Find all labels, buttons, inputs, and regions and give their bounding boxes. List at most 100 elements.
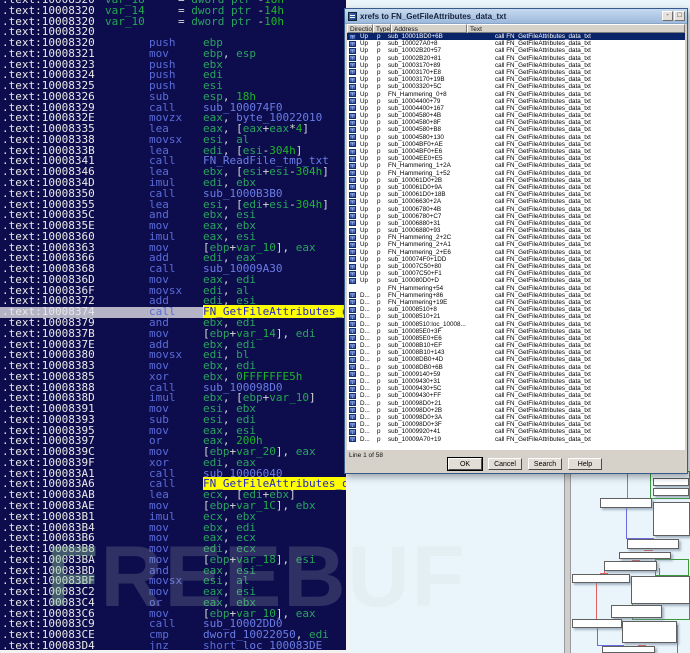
xref-direction: Up <box>360 83 369 91</box>
xrefs-table[interactable]: ↑ Up p sub_10001BD0+6B call FN_GetFileAttrib… <box>347 33 685 450</box>
xref-row[interactable]: ↓ D... p sub_10008B10+EF call FN_GetFileAttr… <box>347 342 685 350</box>
xref-row[interactable]: ↑ Up p sub_10006780+C7 call FN_GetFileAttrib… <box>347 213 685 220</box>
ok-button[interactable]: OK <box>447 457 483 471</box>
xref-row[interactable]: ↑ Up p sub_10003170+19B call FN_GetFileAttri… <box>347 76 685 84</box>
xref-row[interactable]: ↓ D... p sub_100098D0+3A call FN_GetFileAttr… <box>347 414 685 421</box>
xref-row[interactable]: ↓ D... p sub_10008510:loc_10008... call FN_G… <box>347 321 685 328</box>
xref-row[interactable]: ↓ D... p sub_10009430+5C call FN_GetFileAttr… <box>347 385 685 393</box>
xref-row[interactable]: ↓ D... p sub_100098D0+3F call FN_GetFileAttr… <box>347 421 685 429</box>
graph-node[interactable] <box>627 539 679 549</box>
xref-row[interactable]: ↑ Up p FN_Hammering_2+E6 call FN_GetFileAttr… <box>347 249 685 256</box>
graph-node[interactable] <box>600 498 652 508</box>
xref-row[interactable]: ↑ Up p sub_100080D0+D call FN_GetFileAttribu… <box>347 277 685 285</box>
asm-line[interactable]: .text:100083D4 jnz short loc_100083DE <box>0 640 346 650</box>
graph-node[interactable] <box>653 502 690 536</box>
xref-row[interactable]: ↑ Up p sub_100074F0+1DD call FN_GetFileAttri… <box>347 256 685 263</box>
xref-address: sub_10009A70+19 <box>388 435 442 443</box>
xref-direction: Up <box>360 277 369 285</box>
xref-direction: Up <box>360 248 369 256</box>
xref-row[interactable]: ↓ D... p sub_10009430+FF call FN_GetFileAttr… <box>347 392 685 400</box>
xref-row[interactable]: ↓ D... p sub_10009140+59 call FN_GetFileAttr… <box>347 371 685 378</box>
xref-row[interactable]: ↑ Up p sub_10004EE0+E5 call FN_GetFileAttrib… <box>347 155 685 163</box>
disassembly-listing: .text:10008320var_18= dword ptr -18h.tex… <box>0 0 346 650</box>
graph-node[interactable] <box>631 576 690 604</box>
xref-row[interactable]: ↓ D... p FN_Hammering+86 call FN_GetFileAttr… <box>347 292 685 299</box>
xref-row[interactable]: ↑ Up p FN_Hammering_2+2C call FN_GetFileAttr… <box>347 234 685 242</box>
xref-row[interactable]: ↑ Up p sub_10004BF0+AE call FN_GetFileAttrib… <box>347 141 685 148</box>
xref-type: p <box>377 349 381 357</box>
up-arrow-icon: ↑ <box>349 198 356 206</box>
xref-row[interactable]: ↑ Up p sub_10006630+2A call FN_GetFileAttrib… <box>347 198 685 206</box>
graph-node[interactable] <box>611 605 662 618</box>
disassembly-pane[interactable]: .text:10008320var_18= dword ptr -18h.tex… <box>0 0 349 653</box>
help-button[interactable]: Help <box>568 458 602 470</box>
xref-row[interactable]: ↓ D... p FN_Hammering+19E call FN_GetFileAtt… <box>347 299 685 306</box>
graph-node[interactable] <box>653 478 689 486</box>
graph-node[interactable] <box>602 646 655 653</box>
xref-row[interactable]: ↑ Up p sub_10002B20+57 call FN_GetFileAttrib… <box>347 47 685 55</box>
xref-row[interactable]: ↑ Up p sub_100061D0+9A call FN_GetFileAttrib… <box>347 184 685 191</box>
minimize-button[interactable]: - <box>662 11 673 21</box>
xref-row[interactable]: ↑ Up p sub_10004580+130 call FN_GetFileAttri… <box>347 134 685 141</box>
graph-overview-pane[interactable] <box>346 470 690 653</box>
column-header-text[interactable]: Text <box>467 24 685 33</box>
xref-row-selected[interactable]: ↑ Up p sub_10001BD0+6B call FN_GetFileAttrib… <box>347 33 685 41</box>
column-header-type[interactable]: Type <box>373 24 391 33</box>
xref-text: call FN_GetFileAttributes_data_txt <box>495 370 591 378</box>
xref-row[interactable]: ↑ Up p sub_10002B20+81 call FN_GetFileAttrib… <box>347 55 685 62</box>
cancel-button[interactable]: Cancel <box>488 458 522 470</box>
graph-node[interactable] <box>653 488 689 496</box>
xref-row[interactable]: ↑ Up p sub_10004400+79 call FN_GetFileAttrib… <box>347 98 685 105</box>
up-arrow-icon: ↑ <box>349 241 356 249</box>
xref-row[interactable]: ↑ Up p sub_10004BF0+E6 call FN_GetFileAttrib… <box>347 148 685 156</box>
pane-splitter[interactable] <box>564 470 571 653</box>
xref-row[interactable]: ↑ Up p sub_10004580+4B call FN_GetFileAttrib… <box>347 112 685 120</box>
search-button[interactable]: Search <box>528 458 562 470</box>
xref-row[interactable]: ↑ Up p FN_Hammering_1+52 call FN_GetFileAttr… <box>347 170 685 177</box>
xref-row[interactable]: ↑ Up p sub_10003170+E8 call FN_GetFileAttrib… <box>347 69 685 76</box>
graph-node[interactable] <box>572 574 630 583</box>
xref-row[interactable]: ↑ Up p sub_10004580+8F call FN_GetFileAttrib… <box>347 119 685 127</box>
graph-node[interactable] <box>572 619 622 628</box>
xref-row[interactable]: ↓ D... p sub_100098D0+21 call FN_GetFileAttr… <box>347 400 685 407</box>
xref-row[interactable]: ↑ Up p sub_100061D0+18B call FN_GetFileAttri… <box>347 191 685 199</box>
graph-node[interactable] <box>619 552 671 559</box>
graph-node[interactable] <box>622 621 677 643</box>
xref-row[interactable]: ↓ D... p sub_100085E0+E6 call FN_GetFileAttr… <box>347 335 685 342</box>
xref-row[interactable]: ↓ D... p sub_10009430+31 call FN_GetFileAttr… <box>347 378 685 386</box>
xref-row[interactable]: ↑ Up p FN_Hammering_0+8 call FN_GetFileAttri… <box>347 91 685 98</box>
xref-row[interactable]: ↓ D... p sub_10009A70+19 call FN_GetFileAttr… <box>347 436 685 443</box>
xref-row[interactable]: ↓ D... p sub_10008DB0+4D call FN_GetFileAttr… <box>347 356 685 364</box>
xref-row[interactable]: p FN_Hammering+54 call FN_GetFileAttribute… <box>347 285 685 292</box>
xref-row[interactable]: ↑ Up p FN_Hammering_1+2A call FN_GetFileAttr… <box>347 162 685 170</box>
xref-row[interactable]: ↑ Up p sub_100061D0+2B call FN_GetFileAttrib… <box>347 177 685 184</box>
xref-row[interactable]: ↓ D... p sub_10008DB0+6B call FN_GetFileAttr… <box>347 364 685 371</box>
xref-row[interactable]: ↑ Up p sub_10004580+B8 call FN_GetFileAttrib… <box>347 126 685 134</box>
xref-row[interactable]: ↑ Up p sub_10006780+4B call FN_GetFileAttrib… <box>347 206 685 213</box>
xref-row[interactable]: ↓ D... p sub_10008510+21 call FN_GetFileAttr… <box>347 313 685 321</box>
xref-row[interactable]: ↑ Up p sub_10007C50+F1 call FN_GetFileAttrib… <box>347 270 685 278</box>
xref-row[interactable]: ↑ Up p sub_10006880+31 call FN_GetFileAttrib… <box>347 220 685 227</box>
dialog-titlebar[interactable]: xrefs to FN_GetFileAttributes_data_txt -… <box>345 9 687 24</box>
column-header-address[interactable]: Address <box>391 24 467 33</box>
xref-direction: D... <box>360 306 370 314</box>
xref-row[interactable]: ↓ D... p sub_10008B10+143 call FN_GetFileAtt… <box>347 349 685 357</box>
xref-row[interactable]: ↑ Up p sub_10003170+89 call FN_GetFileAttrib… <box>347 62 685 69</box>
column-header-direction[interactable]: Direction <box>347 24 373 33</box>
xref-row[interactable]: ↓ D... p sub_100085E0+3F call FN_GetFileAttr… <box>347 328 685 335</box>
xref-row[interactable]: ↑ Up p FN_Hammering_2+A1 call FN_GetFileAttr… <box>347 241 685 249</box>
up-arrow-icon: ↑ <box>349 162 356 170</box>
xref-text: call FN_GetFileAttributes_data_txt <box>495 126 591 134</box>
xref-row[interactable]: ↑ Up p sub_10006880+93 call FN_GetFileAttrib… <box>347 227 685 235</box>
xref-row[interactable]: ↓ D... p sub_10008510+8 call FN_GetFileAttri… <box>347 306 685 314</box>
xref-row[interactable]: ↑ Up p sub_10004400+167 call FN_GetFileAttri… <box>347 105 685 112</box>
xref-row[interactable]: ↓ D... p sub_100098D0+2B call FN_GetFileAttr… <box>347 407 685 414</box>
xref-row[interactable]: ↓ D... p sub_10009920+41 call FN_GetFileAttr… <box>347 428 685 436</box>
graph-node[interactable] <box>604 561 657 571</box>
xref-direction: Up <box>360 90 369 98</box>
xref-row[interactable]: ↑ Up p sub_10003320+5C call FN_GetFileAttrib… <box>347 83 685 91</box>
xref-type: p <box>377 413 381 421</box>
maximize-button[interactable]: □ <box>674 11 685 21</box>
xref-row[interactable]: ↑ Up p sub_100027A0+8 call FN_GetFileAttribu… <box>347 40 685 48</box>
xref-row[interactable]: ↑ Up p sub_10007C50+80 call FN_GetFileAttrib… <box>347 263 685 271</box>
